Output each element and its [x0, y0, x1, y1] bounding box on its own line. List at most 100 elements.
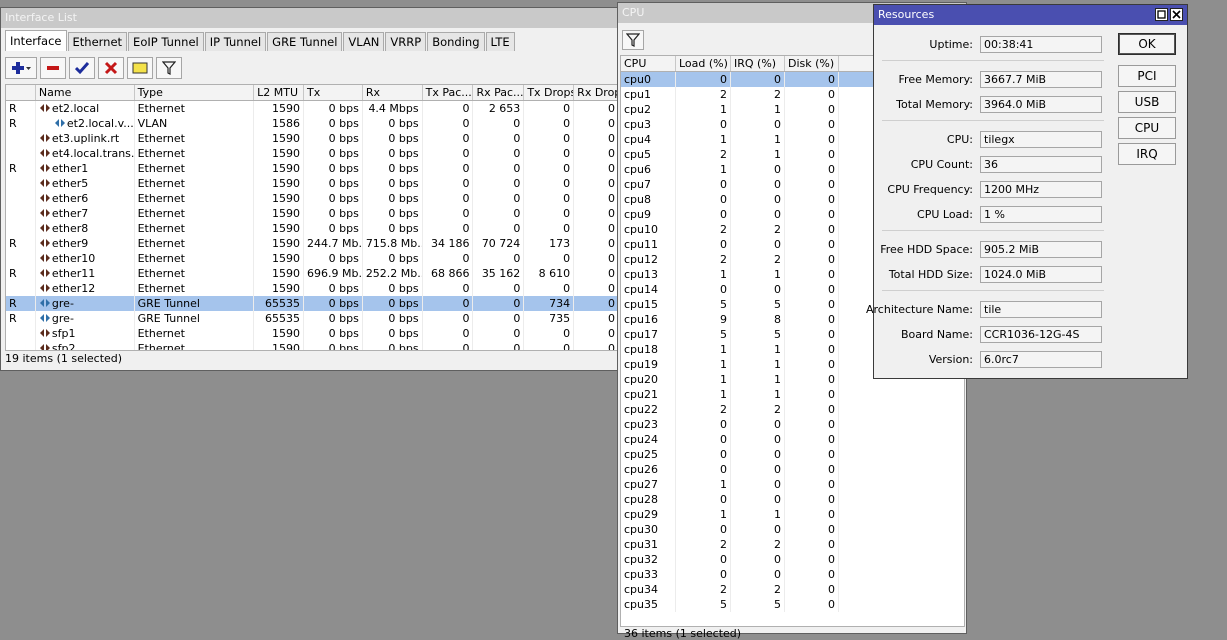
- maximize-icon[interactable]: [1155, 8, 1168, 21]
- cell-disk: 0: [785, 267, 839, 282]
- tab-ip-tunnel[interactable]: IP Tunnel: [204, 32, 267, 51]
- cell-type: GRE Tunnel: [135, 311, 255, 326]
- tab-bonding[interactable]: Bonding: [427, 32, 485, 51]
- column-header[interactable]: Rx Drops: [574, 85, 619, 100]
- table-row[interactable]: Rgre- GRE Tunnel 65535 0 bps 0 bps 0 0 735 0: [6, 311, 619, 326]
- cpu-filter-button[interactable]: [622, 30, 644, 50]
- tab-lte[interactable]: LTE: [485, 32, 515, 51]
- column-header[interactable]: Rx Pac...: [473, 85, 525, 100]
- cell-mtu: 1590: [254, 266, 304, 281]
- cpu-row[interactable]: cpu22 2 2 0: [621, 402, 964, 417]
- cpu-row[interactable]: cpu24 0 0 0: [621, 432, 964, 447]
- cpu-row[interactable]: cpu27 1 0 0: [621, 477, 964, 492]
- cell-mtu: 1590: [254, 326, 304, 341]
- table-row[interactable]: ether6 Ethernet 1590 0 bps 0 bps 0 0 0 0: [6, 191, 619, 206]
- table-row[interactable]: ether7 Ethernet 1590 0 bps 0 bps 0 0 0 0: [6, 206, 619, 221]
- table-row[interactable]: Ret2.local Ethernet 1590 0 bps 4.4 Mbps 0 2 65…: [6, 101, 619, 116]
- cell-txp: 0: [423, 251, 474, 266]
- close-icon[interactable]: [1170, 8, 1183, 21]
- column-header[interactable]: Tx: [304, 85, 363, 100]
- filter-button[interactable]: [156, 57, 182, 79]
- interface-name: ether10: [51, 252, 96, 265]
- table-row[interactable]: Ret2.local.v... VLAN 1586 0 bps 0 bps 0 0 0 0: [6, 116, 619, 131]
- tab-gre-tunnel[interactable]: GRE Tunnel: [267, 32, 343, 51]
- tab-eoip-tunnel[interactable]: EoIP Tunnel: [128, 32, 204, 51]
- usb-button[interactable]: USB: [1118, 91, 1176, 113]
- table-row[interactable]: Rether11 Ethernet 1590 696.9 Mb... 252.2 Mb.…: [6, 266, 619, 281]
- cpu-row[interactable]: cpu28 0 0 0: [621, 492, 964, 507]
- tab-interface[interactable]: Interface: [5, 30, 67, 51]
- table-row[interactable]: ether8 Ethernet 1590 0 bps 0 bps 0 0 0 0: [6, 221, 619, 236]
- cell-disk: 0: [785, 87, 839, 102]
- cpu-row[interactable]: cpu31 2 2 0: [621, 537, 964, 552]
- table-row[interactable]: sfp1 Ethernet 1590 0 bps 0 bps 0 0 0 0: [6, 326, 619, 341]
- cell-rx: 0 bps: [363, 311, 423, 326]
- irq-button[interactable]: IRQ: [1118, 143, 1176, 165]
- cell-irq: 2: [731, 222, 785, 237]
- cell-flag: [6, 191, 36, 206]
- field-label: Uptime:: [929, 38, 973, 51]
- cpu-row[interactable]: cpu32 0 0 0: [621, 552, 964, 567]
- cpu-row[interactable]: cpu35 5 5 0: [621, 597, 964, 612]
- remove-button[interactable]: [40, 57, 66, 79]
- cpu-row[interactable]: cpu23 0 0 0: [621, 417, 964, 432]
- table-row[interactable]: Rether1 Ethernet 1590 0 bps 0 bps 0 0 0 0: [6, 161, 619, 176]
- cpu-row[interactable]: cpu30 0 0 0: [621, 522, 964, 537]
- cell-txd: 0: [524, 116, 575, 131]
- table-row[interactable]: et3.uplink.rt Ethernet 1590 0 bps 0 bps 0 0 0 0: [6, 131, 619, 146]
- cell-disk: 0: [785, 552, 839, 567]
- cpu-row[interactable]: cpu29 1 1 0: [621, 507, 964, 522]
- cell-txp: 0: [423, 146, 474, 161]
- column-header[interactable]: CPU: [621, 56, 676, 71]
- column-header[interactable]: IRQ (%): [731, 56, 785, 71]
- cell-type: Ethernet: [135, 176, 255, 191]
- pci-button[interactable]: PCI: [1118, 65, 1176, 87]
- ok-button[interactable]: OK: [1118, 33, 1176, 55]
- cell-rxp: 0: [473, 131, 525, 146]
- cell-irq: 2: [731, 402, 785, 417]
- cell-load: 2: [676, 222, 731, 237]
- tab-vlan[interactable]: VLAN: [343, 32, 385, 51]
- table-row[interactable]: Rether9 Ethernet 1590 244.7 Mb... 715.8 Mb..…: [6, 236, 619, 251]
- cpu-button[interactable]: CPU: [1118, 117, 1176, 139]
- disable-button[interactable]: [98, 57, 124, 79]
- column-header[interactable]: Load (%): [676, 56, 731, 71]
- cell-irq: 1: [731, 507, 785, 522]
- cpu-row[interactable]: cpu26 0 0 0: [621, 462, 964, 477]
- cell-rxd: 0: [574, 251, 619, 266]
- cpu-row[interactable]: cpu25 0 0 0: [621, 447, 964, 462]
- table-row[interactable]: ether5 Ethernet 1590 0 bps 0 bps 0 0 0 0: [6, 176, 619, 191]
- cpu-row[interactable]: cpu33 0 0 0: [621, 567, 964, 582]
- cpu-row[interactable]: cpu34 2 2 0: [621, 582, 964, 597]
- column-header[interactable]: Rx: [363, 85, 423, 100]
- column-header[interactable]: Name: [36, 85, 135, 100]
- column-header[interactable]: Disk (%): [785, 56, 839, 71]
- column-header[interactable]: Type: [135, 85, 255, 100]
- cell-disk: 0: [785, 537, 839, 552]
- comment-button[interactable]: [127, 57, 153, 79]
- cell-irq: 0: [731, 177, 785, 192]
- ethernet-icon: [39, 194, 50, 202]
- field-value: 3964.0 MiB: [980, 96, 1102, 113]
- table-row[interactable]: et4.local.trans... Ethernet 1590 0 bps 0 bps…: [6, 146, 619, 161]
- cell-tx: 0 bps: [304, 146, 363, 161]
- column-header[interactable]: Tx Drops: [524, 85, 575, 100]
- cpu-row[interactable]: cpu21 1 1 0: [621, 387, 964, 402]
- table-row[interactable]: ether12 Ethernet 1590 0 bps 0 bps 0 0 0 0: [6, 281, 619, 296]
- column-header[interactable]: Tx Pac...: [423, 85, 474, 100]
- column-header[interactable]: L2 MTU: [254, 85, 305, 100]
- tab-vrrp[interactable]: VRRP: [385, 32, 427, 51]
- cell-cpu: cpu31: [621, 537, 676, 552]
- cell-txd: 8 610: [524, 266, 575, 281]
- table-row[interactable]: ether10 Ethernet 1590 0 bps 0 bps 0 0 0 0: [6, 251, 619, 266]
- table-row[interactable]: Rgre- GRE Tunnel 65535 0 bps 0 bps 0 0 734 0: [6, 296, 619, 311]
- cell-flag: R: [6, 236, 36, 251]
- tab-ethernet[interactable]: Ethernet: [67, 32, 128, 51]
- cell-cpu: cpu20: [621, 372, 676, 387]
- table-row[interactable]: sfp2 Ethernet 1590 0 bps 0 bps 0 0 0 0: [6, 341, 619, 350]
- enable-button[interactable]: [69, 57, 95, 79]
- column-header[interactable]: [6, 85, 36, 100]
- add-button[interactable]: [5, 57, 37, 79]
- cell-rxp: 0: [473, 161, 525, 176]
- cell-irq: 0: [731, 72, 785, 87]
